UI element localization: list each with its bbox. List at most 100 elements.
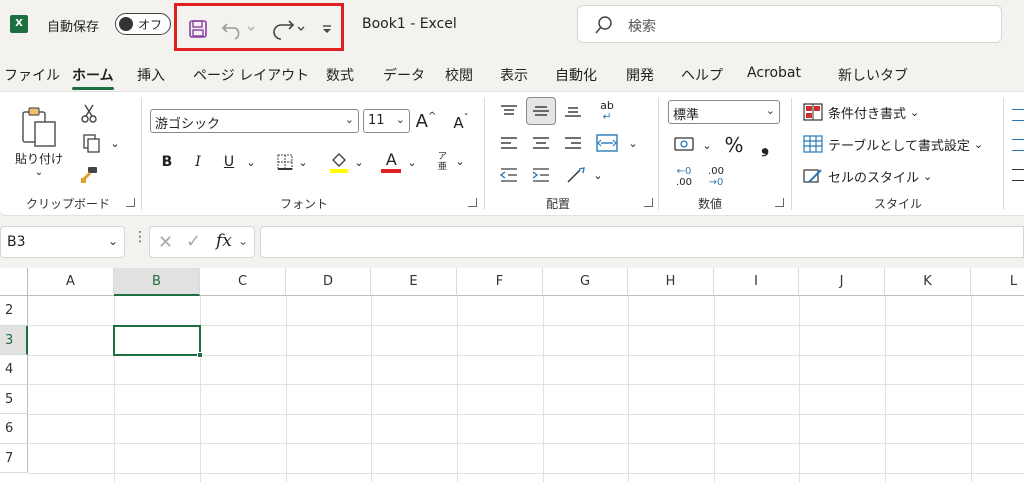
middle-align-button[interactable]	[529, 100, 553, 122]
row-header-5[interactable]: 5	[0, 384, 28, 414]
grow-font-icon: A	[415, 110, 428, 132]
tab-file[interactable]: ファイル	[4, 65, 60, 85]
autosave-label: 自動保存	[47, 20, 100, 35]
grow-font-button[interactable]: A ^	[414, 108, 438, 134]
column-header-j[interactable]: J	[799, 268, 885, 296]
format-as-table-button[interactable]: テーブルとして書式設定 ⌄	[803, 132, 993, 156]
gridline	[371, 296, 372, 482]
confirm-entry-icon[interactable]: ✓	[186, 231, 201, 252]
orientation-button[interactable]: ⌄	[562, 162, 606, 188]
fill-color-button[interactable]: ⌄	[325, 148, 367, 176]
search-box[interactable]: 検索	[577, 5, 1002, 43]
column-header-i[interactable]: I	[714, 268, 799, 296]
tab-page-layout[interactable]: ページ レイアウト	[193, 65, 309, 85]
formula-input[interactable]	[260, 226, 1024, 258]
name-box[interactable]: B3 ⌄	[0, 226, 125, 258]
increase-indent-button[interactable]	[529, 164, 553, 186]
customize-qat-button[interactable]	[317, 16, 337, 42]
ribbon-home: 貼り付け ⌄ ⌄ クリップボード 游ゴシック ⌄ 11 ⌄ A ^ A ˇ B …	[0, 91, 1024, 216]
bold-button[interactable]: B	[157, 150, 177, 174]
undo-button[interactable]	[219, 16, 259, 42]
paste-dropdown-icon: ⌄	[34, 167, 44, 178]
conditional-formatting-button[interactable]: 条件付き書式 ⌄	[803, 100, 983, 124]
column-header-g[interactable]: G	[543, 268, 628, 296]
tab-new-tab[interactable]: 新しいタブ	[838, 65, 908, 85]
font-color-button[interactable]: A ⌄	[377, 148, 421, 176]
column-header-c[interactable]: C	[200, 268, 286, 296]
tab-home[interactable]: ホーム	[72, 65, 114, 90]
font-size-combo[interactable]: 11 ⌄	[363, 109, 410, 133]
row-header-2[interactable]: 2	[0, 296, 28, 326]
format-painter-button[interactable]	[78, 164, 100, 186]
insert-function-button[interactable]: fx	[216, 231, 232, 251]
align-right-button[interactable]	[561, 132, 585, 154]
autosave-toggle[interactable]: オフ	[115, 13, 171, 35]
italic-button[interactable]: I	[188, 150, 208, 174]
scissors-icon	[81, 104, 97, 123]
cancel-entry-icon[interactable]: ✕	[158, 232, 173, 253]
align-center-button[interactable]	[529, 132, 553, 154]
tab-developer[interactable]: 開発	[626, 65, 654, 85]
column-header-d[interactable]: D	[286, 268, 371, 296]
column-header-h[interactable]: H	[628, 268, 714, 296]
underline-dropdown-icon[interactable]: ⌄	[244, 150, 258, 174]
decrease-indent-button[interactable]	[497, 164, 521, 186]
column-header-k[interactable]: K	[885, 268, 971, 296]
chevron-down-icon[interactable]: ⌄	[238, 234, 248, 248]
phonetic-guide-button[interactable]: ア亜 ⌄	[430, 148, 470, 176]
tab-insert[interactable]: 挿入	[137, 65, 165, 85]
column-header-f[interactable]: F	[457, 268, 543, 296]
chevron-down-icon: ⌄	[910, 105, 920, 119]
cell-styles-button[interactable]: セルのスタイル ⌄	[803, 164, 963, 188]
number-launcher-icon[interactable]	[775, 198, 784, 207]
column-header-b[interactable]: B	[114, 268, 200, 296]
tab-review[interactable]: 校閲	[445, 65, 473, 85]
redo-button[interactable]	[267, 16, 309, 42]
percent-button[interactable]: %	[722, 132, 746, 158]
column-header-a[interactable]: A	[28, 268, 114, 296]
tab-help[interactable]: ヘルプ	[681, 65, 723, 85]
align-left-button[interactable]	[497, 132, 521, 154]
select-all-corner[interactable]	[0, 268, 28, 296]
alignment-launcher-icon[interactable]	[644, 198, 653, 207]
number-format-combo[interactable]: 標準 ⌄	[668, 100, 780, 124]
cells-group-partial[interactable]	[1012, 100, 1024, 190]
active-cell-b3[interactable]	[113, 325, 203, 358]
underline-button[interactable]: U	[219, 150, 239, 174]
copy-button[interactable]: ⌄	[78, 132, 124, 154]
tab-acrobat[interactable]: Acrobat	[747, 65, 801, 81]
tab-automate[interactable]: 自動化	[555, 65, 597, 85]
fill-handle[interactable]	[197, 352, 203, 358]
accounting-format-button[interactable]: ⌄	[670, 132, 716, 158]
formula-bar-grip-icon[interactable]: ⋮	[133, 230, 147, 244]
shrink-font-button[interactable]: Aˇ	[449, 110, 473, 136]
cut-button[interactable]	[78, 102, 100, 124]
font-name-combo[interactable]: 游ゴシック ⌄	[150, 109, 359, 133]
wrap-text-button[interactable]: ab ↵	[594, 98, 620, 124]
paste-button[interactable]: 貼り付け ⌄	[14, 102, 64, 182]
chevron-down-icon: ⌄	[973, 137, 984, 151]
row-header-3[interactable]: 3	[0, 325, 28, 355]
tab-view[interactable]: 表示	[500, 65, 528, 85]
tab-data[interactable]: データ	[383, 65, 425, 85]
worksheet-grid[interactable]: A B C D E F G H I J K L 2 3 4 5 6 7	[0, 268, 1024, 482]
merge-center-button[interactable]: ⌄	[592, 130, 642, 156]
decrease-decimal-button[interactable]: .00 →0	[702, 164, 730, 190]
comma-style-button[interactable]: ❟	[754, 132, 776, 158]
row-header-6[interactable]: 6	[0, 414, 28, 444]
column-header-l[interactable]: L	[971, 268, 1024, 296]
chevron-down-icon: ⌄	[354, 155, 364, 169]
clipboard-launcher-icon[interactable]	[126, 198, 135, 207]
row-header-4[interactable]: 4	[0, 355, 28, 385]
row-header-7[interactable]: 7	[0, 443, 28, 473]
font-launcher-icon[interactable]	[468, 198, 477, 207]
tab-formulas[interactable]: 数式	[326, 65, 354, 85]
increase-decimal-button[interactable]: ←0 .00	[670, 164, 698, 190]
bottom-align-button[interactable]	[561, 100, 585, 122]
save-button[interactable]	[185, 16, 211, 42]
clipboard-group-label: クリップボード	[26, 197, 111, 211]
format-painter-icon	[81, 167, 97, 183]
borders-button[interactable]: ⌄	[272, 150, 312, 174]
column-header-e[interactable]: E	[371, 268, 457, 296]
top-align-button[interactable]	[497, 100, 521, 122]
